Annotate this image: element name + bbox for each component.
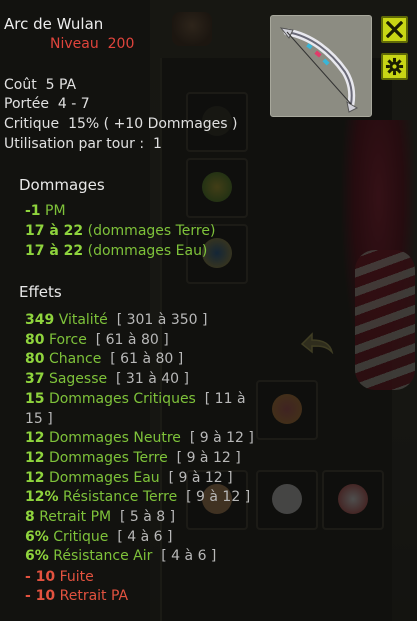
effect-line: 80 Chance [ 61 à 80 ] <box>25 351 184 367</box>
item-level: Niveau 200 <box>50 36 135 52</box>
item-tooltip: Arc de Wulan Niveau 200 Coût 5 PA Portée… <box>0 0 417 621</box>
effect-line: 349 Vitalité [ 301 à 350 ] <box>25 312 208 328</box>
item-name: Arc de Wulan <box>4 15 104 33</box>
effect-line-wrap: 15 ] <box>25 411 53 427</box>
range-row: Portée 4 - 7 <box>4 96 90 112</box>
gear-icon <box>385 57 404 76</box>
uses-per-turn-row: Utilisation par tour : 1 <box>4 136 162 152</box>
negative-effect-line: - 10 Fuite <box>25 569 94 585</box>
effect-line: 8 Retrait PM [ 5 à 8 ] <box>25 509 176 525</box>
close-icon <box>386 21 403 38</box>
damage-line: 17 à 22 (dommages Terre) <box>25 223 216 239</box>
effect-line: 6% Résistance Air [ 4 à 6 ] <box>25 548 217 564</box>
effect-line: 12 Dommages Terre [ 9 à 12 ] <box>25 450 241 466</box>
effects-section-title: Effets <box>19 283 62 301</box>
cost-row: Coût 5 PA <box>4 77 77 93</box>
item-image <box>270 15 372 117</box>
effect-line: 15 Dommages Critiques [ 11 à <box>25 391 246 407</box>
effect-line: 12 Dommages Eau [ 9 à 12 ] <box>25 470 233 486</box>
critical-row: Critique 15% ( +10 Dommages ) <box>4 116 238 132</box>
effect-line: 37 Sagesse [ 31 à 40 ] <box>25 371 189 387</box>
damage-line: -1 PM <box>25 203 66 219</box>
effect-line: 80 Force [ 61 à 80 ] <box>25 332 169 348</box>
effect-line: 12 Dommages Neutre [ 9 à 12 ] <box>25 430 254 446</box>
negative-effect-line: - 10 Retrait PA <box>25 588 129 604</box>
damage-section-title: Dommages <box>19 176 105 194</box>
effect-line: 6% Critique [ 4 à 6 ] <box>25 529 173 545</box>
close-button[interactable] <box>381 16 408 43</box>
settings-button[interactable] <box>381 53 408 80</box>
damage-line: 17 à 22 (dommages Eau) <box>25 243 208 259</box>
bow-icon <box>279 27 359 113</box>
effect-line: 12% Résistance Terre [ 9 à 12 ] <box>25 489 251 505</box>
